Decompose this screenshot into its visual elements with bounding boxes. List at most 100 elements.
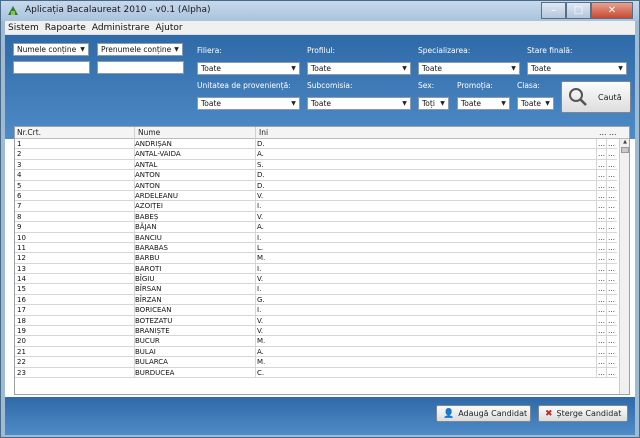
delete-candidate-button[interactable]: ✖ Șterge Candidat [538,405,628,422]
col-header-extra: … [599,128,607,137]
cell-extra: … [608,150,615,159]
promotia-select[interactable]: Toate ▼ [457,97,510,110]
scroll-thumb[interactable] [621,147,629,153]
column-divider [606,263,607,274]
title-bar[interactable]: Aplicația Bacalaureat 2010 - v0.1 (Alpha… [1,1,639,21]
maximize-button[interactable]: □ [566,2,591,19]
cell-extra: … [598,191,605,200]
table-row[interactable]: 4 ANTON D. …… [15,170,617,181]
cell-extra: … [608,181,615,190]
table-row[interactable]: 17 BORICEAN I. …… [15,305,617,316]
cell-extra: … [608,368,615,377]
col-header-ini[interactable]: Ini [259,128,268,137]
filiera-select[interactable]: Toate ▼ [197,62,300,75]
table-row[interactable]: 6 ARDELEANU V. …… [15,190,617,202]
menu-administrare[interactable]: Administrare [89,23,153,33]
column-divider [596,346,597,357]
cell-extra: … [598,243,605,252]
profilul-select[interactable]: Toate ▼ [307,62,411,75]
table-row[interactable]: 1 ANDRIȘAN D. …… [15,139,617,150]
col-header-nume[interactable]: Nume [138,128,160,137]
table-row[interactable]: 18 BOTEZATU V. …… [15,315,617,327]
stare-finala-select[interactable]: Toate ▼ [527,62,627,75]
cell-nr: 20 [17,337,26,346]
sex-select[interactable]: Toți ▼ [418,97,449,110]
menu-bar: Sistem Rapoarte Administrare Ajutor [5,21,635,35]
cell-extra: … [608,140,615,148]
menu-ajutor[interactable]: Ajutor [152,23,185,33]
subcomisia-select[interactable]: Toate ▼ [307,97,411,110]
app-icon [8,6,18,15]
table-row[interactable]: 13 BAROTI I. …… [15,263,617,275]
table-row[interactable]: 23 BURDUCEA C. …… [15,367,617,378]
cell-nr: 4 [17,171,22,180]
cell-nume: BARABAS [135,243,168,252]
column-divider [596,190,597,201]
table-row[interactable]: 16 BÎRZAN G. …… [15,294,617,306]
table-row[interactable]: 3 ANTAL S. …… [15,159,617,171]
vertical-scrollbar[interactable]: ▲ [619,139,629,394]
cell-nume: BULARCA [135,358,168,367]
table-row[interactable]: 15 BÎRSAN I. …… [15,284,617,295]
scroll-up-icon[interactable]: ▲ [620,139,629,146]
prenume-mode-select[interactable]: Prenumele conține ▼ [97,43,183,56]
cell-ini: M. [257,337,266,346]
cell-nr: 18 [17,316,26,325]
cell-ini: A. [257,347,264,356]
cell-nume: BURDUCEA [135,368,175,377]
cell-nr: 14 [17,275,26,284]
minimize-button[interactable]: – [541,2,566,19]
table-row[interactable]: 2 ANTAL-VAIDA A. …… [15,149,617,160]
column-divider [606,346,607,357]
column-divider [606,294,607,305]
chevron-down-icon: ▼ [291,100,296,107]
cell-nume: AZOIȚEI [135,202,163,211]
table-row[interactable]: 11 BARABAS L. …… [15,242,617,254]
col-header-nr[interactable]: Nr.Crt. [17,128,41,137]
cell-nr: 7 [17,202,22,211]
column-divider[interactable] [255,127,256,139]
nume-mode-select[interactable]: Numele conține ▼ [13,43,89,56]
menu-sistem[interactable]: Sistem [5,23,42,33]
specializarea-select[interactable]: Toate ▼ [418,62,520,75]
cell-nr: 12 [17,254,26,263]
table-row[interactable]: 5 ANTON D. …… [15,180,617,191]
column-divider [606,190,607,201]
chevron-down-icon: ▼ [545,100,550,107]
table-row[interactable]: 7 AZOIȚEI I. …… [15,201,617,212]
column-divider[interactable] [134,127,135,139]
table-row[interactable]: 19 BRANIȘTE V. …… [15,326,617,337]
table-row[interactable]: 12 BARBU M. …… [15,253,617,264]
column-divider [606,274,607,285]
clasa-select[interactable]: Toate ▼ [517,97,554,110]
clasa-label: Clasa: [517,81,540,90]
sex-value: Toți [422,99,435,108]
table-row[interactable]: 9 BĂJAN A. …… [15,222,617,233]
nume-input[interactable] [13,61,90,74]
menu-rapoarte[interactable]: Rapoarte [42,23,89,33]
cell-extra: … [598,306,605,315]
cell-extra: … [608,316,615,325]
cell-nume: BOTEZATU [135,316,173,325]
close-button[interactable]: ✕ [591,2,633,19]
table-row[interactable]: 22 BULARCA M. …… [15,357,617,368]
search-button-label: Caută [598,92,622,102]
table-row[interactable]: 10 BANCIU I. …… [15,232,617,243]
action-bar: 👤 Adaugă Candidat ✖ Șterge Candidat [5,397,635,435]
table-row[interactable]: 20 BUCUR M. …… [15,336,617,347]
table-row[interactable]: 8 BABEȘ V. …… [15,211,617,223]
column-divider [596,170,597,181]
prenume-input[interactable] [97,61,184,74]
table-row[interactable]: 21 BULAI A. …… [15,346,617,358]
profilul-label: Profilul: [307,46,336,55]
window-controls: – □ ✕ [541,2,633,19]
add-candidate-button[interactable]: 👤 Adaugă Candidat [436,405,531,422]
cell-extra: … [598,327,605,336]
cell-ini: D. [257,140,265,148]
search-button[interactable]: Caută [561,81,631,113]
column-divider [255,180,256,191]
unitatea-select[interactable]: Toate ▼ [197,97,300,110]
column-divider [606,180,607,191]
cell-nr: 21 [17,347,26,356]
table-row[interactable]: 14 BÎGIU V. …… [15,274,617,285]
